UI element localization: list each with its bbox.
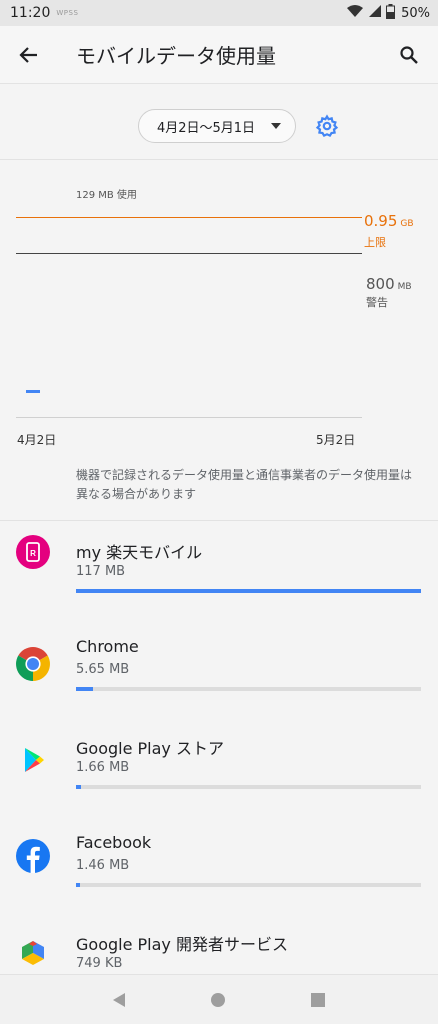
list-item[interactable]: Google Play ストア 1.66 MB [0,717,438,815]
facebook-icon [16,839,50,873]
app-bar: モバイルデータ使用量 [0,26,438,84]
nav-back-button[interactable] [113,992,125,1007]
warning-label: 警告 [366,296,388,309]
app-name: Chrome [76,637,139,656]
app-data-size: 5.65 MB [76,662,130,677]
chrome-icon [16,647,50,681]
search-button[interactable] [380,26,438,84]
app-data-size: 117 MB [76,564,126,579]
x-axis-start-label: 4月2日 [17,433,57,447]
cycle-settings-button[interactable] [314,113,340,139]
svg-text:R: R [30,549,36,558]
cycle-row: 4月2日～5月1日 [0,100,438,152]
app-name: Google Play 開発者サービス [76,935,288,954]
usage-progress [76,883,421,887]
app-name: my 楽天モバイル [76,543,203,562]
nav-recents-button[interactable] [311,992,325,1007]
app-data-size: 1.46 MB [76,858,130,873]
limit-value: 0.95 GB [364,212,414,230]
app-data-size: 749 KB [76,956,123,971]
play-store-icon [16,743,50,777]
x-axis [16,417,362,418]
limit-number: 0.95 [364,212,398,230]
usage-progress [76,589,421,593]
limit-line [16,217,362,218]
back-button[interactable] [0,26,58,84]
usage-progress-fill [76,883,81,887]
app-name: Google Play ストア [76,739,224,758]
limit-label: 上限 [364,236,386,249]
cycle-dropdown[interactable]: 4月2日～5月1日 [137,109,297,143]
wifi-icon [346,4,364,22]
gear-icon [315,114,339,137]
x-axis-end-label: 5月2日 [316,433,356,447]
status-icons: 50% [346,3,430,23]
app-name: Facebook [76,833,152,852]
signal-icon [368,4,382,22]
usage-progress-fill [76,785,81,789]
divider [0,159,438,160]
app-data-size: 1.66 MB [76,760,130,775]
warning-number: 800 [366,275,395,293]
play-services-icon [16,935,50,969]
arrow-back-icon [19,46,37,63]
battery-icon [386,3,396,23]
list-item[interactable]: Chrome 5.65 MB [0,619,438,717]
usage-progress-fill [76,589,421,593]
navigation-bar [0,974,438,1024]
app-usage-list: R my 楽天モバイル 117 MB Chrome 5.65 MB Google… [0,521,438,1011]
warning-unit: MB [397,282,412,292]
warning-line [16,253,362,254]
warning-value: 800 MB [366,275,412,293]
usage-progress [76,687,421,691]
usage-total: 129 MB 使用 [76,190,137,201]
dropdown-arrow-icon [271,123,282,129]
list-item[interactable]: Facebook 1.46 MB [0,815,438,913]
usage-line [26,390,40,393]
status-bar: 11:20 WPSS 50% [0,0,438,26]
list-item[interactable]: R my 楽天モバイル 117 MB [0,521,438,619]
search-icon [400,45,418,64]
limit-unit: GB [400,219,414,229]
status-carrier: WPSS [56,9,79,17]
cycle-label: 4月2日～5月1日 [156,120,256,136]
nav-home-button[interactable] [211,992,225,1007]
usage-progress-fill [76,687,93,691]
status-time: 11:20 [10,5,51,21]
battery-percent: 50% [401,5,430,21]
rakuten-icon: R [16,535,50,569]
usage-disclaimer: 機器で記録されるデータ使用量と通信事業者のデータ使用量は異なる場合があります [76,468,413,501]
page-title: モバイルデータ使用量 [76,44,276,68]
usage-progress [76,785,421,789]
